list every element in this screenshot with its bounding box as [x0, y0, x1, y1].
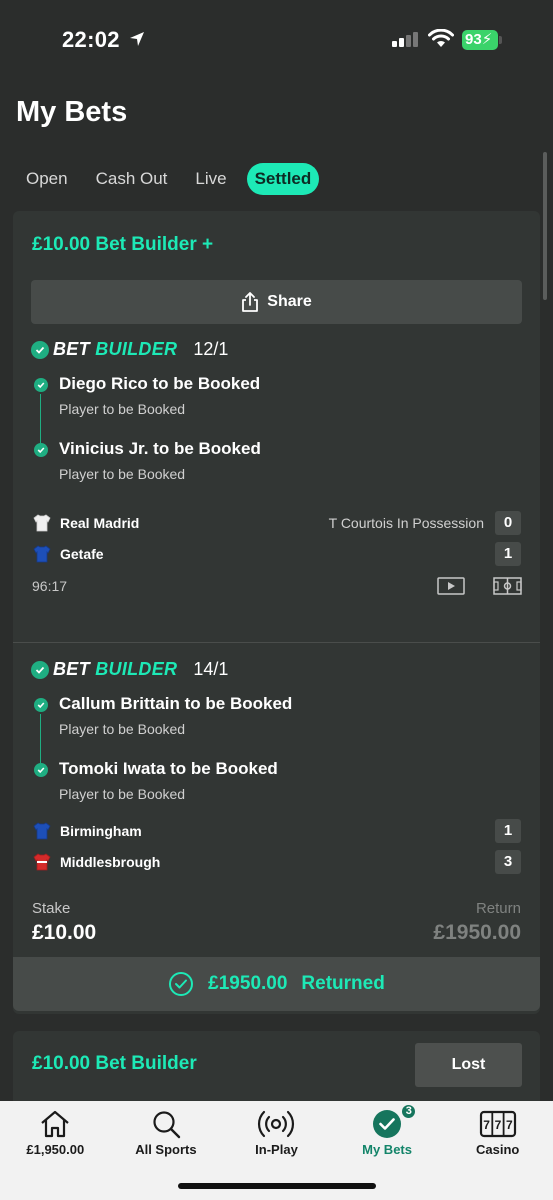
- score-box: 0: [495, 511, 521, 535]
- notification-badge: 3: [400, 1103, 418, 1120]
- scrollbar[interactable]: [543, 152, 547, 300]
- share-button[interactable]: Share: [31, 280, 522, 324]
- bet-odds: 12/1: [193, 339, 229, 359]
- share-label: Share: [267, 293, 312, 310]
- team-row: Middlesbrough: [32, 852, 160, 872]
- team-name: Getafe: [60, 546, 104, 562]
- battery-cap: [499, 36, 502, 44]
- possession-text: T Courtois In Possession: [328, 515, 484, 531]
- return-value: £1950.00: [433, 921, 521, 944]
- tab-live[interactable]: Live: [181, 163, 240, 195]
- returned-banner: £1950.00 Returned: [13, 957, 540, 1011]
- bet-card: £10.00 Bet Builder + Share BET BUILDER 1…: [13, 211, 540, 1014]
- nav-label: £1,950.00: [26, 1142, 85, 1157]
- logo-part-builder: BUILDER: [95, 659, 178, 679]
- white-shirt-icon: [33, 514, 51, 532]
- score-box: 1: [495, 819, 521, 843]
- tab-open[interactable]: Open: [12, 163, 82, 195]
- check-icon: [34, 443, 48, 457]
- logo-part-bet: BET: [53, 659, 90, 679]
- nav-label: Casino: [476, 1142, 520, 1157]
- team-row: Birmingham: [32, 821, 142, 841]
- check-icon: [31, 660, 49, 679]
- leg-title: Diego Rico to be Booked: [59, 374, 261, 393]
- location-arrow-icon: [130, 32, 144, 46]
- home-icon: [41, 1110, 70, 1138]
- check-circle-icon: [169, 972, 194, 996]
- logo-part-builder: BUILDER: [95, 339, 178, 359]
- stake-value: £10.00: [32, 921, 97, 944]
- lost-status-button[interactable]: Lost: [415, 1043, 522, 1087]
- team-row: Real Madrid: [32, 513, 139, 533]
- blue-shirt-icon: [33, 822, 51, 840]
- team-name: Birmingham: [60, 823, 142, 839]
- check-icon: [34, 378, 48, 392]
- score-box: 1: [495, 542, 521, 566]
- check-icon: [34, 698, 48, 712]
- score-box: 3: [495, 850, 521, 874]
- status-bar: 22:02 93⚡: [0, 0, 553, 80]
- status-time: 22:02: [62, 27, 120, 52]
- nav-label: My Bets: [362, 1142, 412, 1157]
- nav-balance[interactable]: £1,950.00: [0, 1101, 111, 1200]
- home-indicator: [178, 1183, 376, 1189]
- tab-cash-out[interactable]: Cash Out: [82, 163, 182, 195]
- battery-indicator: 93⚡: [462, 30, 498, 50]
- returned-amount: £1950.00: [208, 973, 288, 994]
- check-circle-icon: [373, 1110, 402, 1138]
- bet-header: £10.00 Bet Builder +: [32, 234, 214, 255]
- pitch-icon[interactable]: [493, 577, 522, 595]
- slot-machine-icon: 777: [479, 1110, 516, 1138]
- nav-casino[interactable]: 777 Casino: [442, 1101, 553, 1200]
- bet-header: £10.00 Bet Builder: [32, 1053, 197, 1074]
- play-stream-icon[interactable]: [437, 577, 465, 595]
- leg-connector: [40, 394, 41, 450]
- match-clock: 96:17: [32, 578, 68, 594]
- signal-icon: [392, 32, 418, 47]
- leg-title: Vinicius Jr. to be Booked: [59, 439, 261, 458]
- bet-builder-row: BET BUILDER 14/1: [31, 659, 228, 680]
- broadcast-icon: [258, 1110, 295, 1138]
- blue-shirt-icon: [33, 545, 51, 563]
- charging-icon: ⚡: [481, 31, 493, 48]
- check-icon: [34, 763, 48, 777]
- tab-settled[interactable]: Settled: [246, 163, 320, 195]
- leg-subtitle: Player to be Booked: [59, 721, 186, 737]
- check-icon: [31, 340, 49, 359]
- team-row: Getafe: [32, 544, 104, 564]
- battery-level: 93: [465, 31, 482, 48]
- wifi-icon: [428, 29, 454, 47]
- share-icon: [242, 292, 259, 312]
- stake-label: Stake: [32, 900, 71, 917]
- bet-odds: 14/1: [193, 659, 229, 679]
- red-shirt-icon: [33, 853, 51, 871]
- returned-label: Returned: [301, 973, 385, 994]
- svg-text:7: 7: [506, 1118, 513, 1132]
- leg-title: Tomoki Iwata to be Booked: [59, 759, 278, 778]
- bet-builder-row: BET BUILDER 12/1: [31, 339, 228, 360]
- page-title: My Bets: [16, 96, 128, 128]
- search-icon: [153, 1111, 181, 1139]
- team-name: Real Madrid: [60, 515, 140, 531]
- leg-subtitle: Player to be Booked: [59, 466, 186, 482]
- bet-tabs: Open Cash Out Live Settled: [12, 163, 320, 197]
- leg-subtitle: Player to be Booked: [59, 786, 186, 802]
- nav-label: In-Play: [255, 1142, 298, 1157]
- leg-title: Callum Brittain to be Booked: [59, 694, 293, 713]
- nav-label: All Sports: [135, 1142, 197, 1157]
- divider: [13, 642, 540, 643]
- leg-connector: [40, 714, 41, 770]
- team-name: Middlesbrough: [60, 854, 161, 870]
- return-label: Return: [475, 900, 521, 917]
- bet-builder-logo: BET BUILDER: [53, 659, 177, 680]
- logo-part-bet: BET: [53, 339, 90, 359]
- leg-subtitle: Player to be Booked: [59, 401, 186, 417]
- svg-text:7: 7: [494, 1118, 501, 1132]
- bet-builder-logo: BET BUILDER: [53, 339, 177, 360]
- svg-text:7: 7: [483, 1118, 490, 1132]
